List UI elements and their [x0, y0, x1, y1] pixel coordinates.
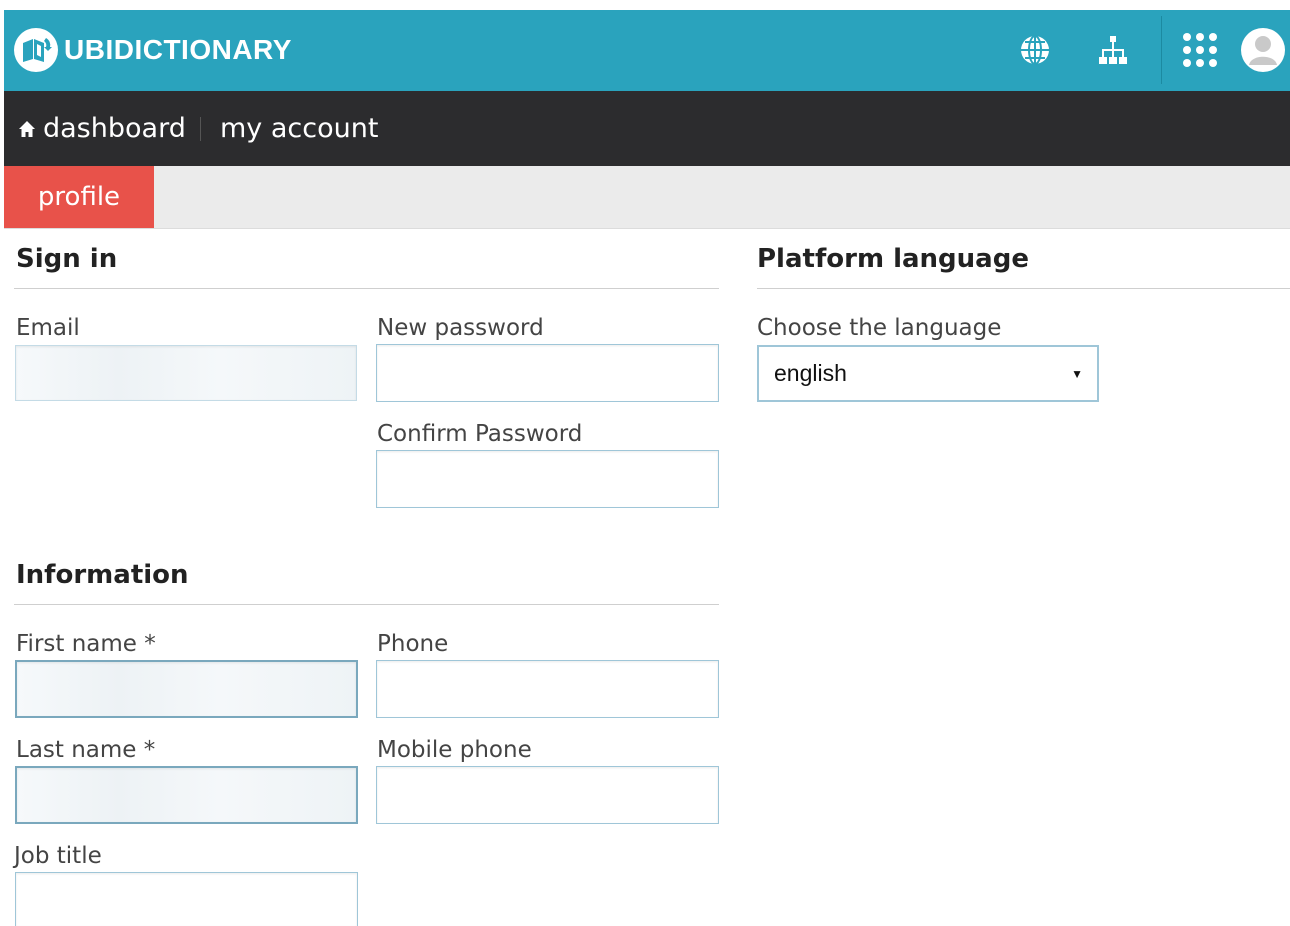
sitemap-icon[interactable]	[1095, 32, 1131, 68]
my-account-link[interactable]: my account	[220, 113, 378, 144]
first-name-field[interactable]	[15, 660, 358, 718]
user-avatar-icon[interactable]	[1239, 26, 1287, 74]
information-divider	[14, 604, 719, 605]
job-title-label: Job title	[14, 843, 102, 869]
nav-divider	[200, 117, 201, 141]
phone-label: Phone	[377, 631, 449, 657]
language-select[interactable]: english ▼	[757, 345, 1099, 402]
first-name-label: First name *	[16, 631, 156, 657]
top-header: UBIDICTIONARY	[4, 10, 1290, 91]
confirm-password-field[interactable]	[376, 450, 719, 508]
header-divider	[1161, 16, 1162, 84]
home-icon	[19, 120, 35, 137]
breadcrumb-nav: dashboard my account	[4, 91, 1290, 166]
dictionary-logo-icon	[14, 28, 58, 72]
tab-bar: profile	[4, 166, 1290, 229]
new-password-field[interactable]	[376, 344, 719, 402]
globe-icon[interactable]	[1017, 32, 1053, 68]
confirm-password-label: Confirm Password	[377, 421, 583, 447]
email-label: Email	[16, 315, 80, 341]
choose-language-label: Choose the language	[757, 315, 1002, 341]
sign-in-heading: Sign in	[16, 244, 118, 274]
phone-field[interactable]	[376, 660, 719, 718]
new-password-label: New password	[377, 315, 544, 341]
dropdown-caret-icon: ▼	[1071, 367, 1083, 381]
last-name-field[interactable]	[15, 766, 358, 824]
platform-language-divider	[757, 288, 1290, 289]
sign-in-divider	[14, 288, 719, 289]
mobile-phone-field[interactable]	[376, 766, 719, 824]
email-field[interactable]	[15, 345, 357, 401]
brand-logo[interactable]: UBIDICTIONARY	[14, 24, 292, 76]
brand-name: UBIDICTIONARY	[64, 34, 292, 65]
last-name-label: Last name *	[16, 737, 156, 763]
apps-grid-icon[interactable]	[1180, 30, 1220, 70]
dashboard-label: dashboard	[43, 113, 186, 144]
mobile-phone-label: Mobile phone	[377, 737, 532, 763]
language-selected-value: english	[774, 360, 847, 386]
platform-language-heading: Platform language	[757, 244, 1029, 274]
job-title-field[interactable]	[15, 872, 358, 926]
information-heading: Information	[16, 560, 189, 590]
dashboard-link[interactable]: dashboard	[18, 113, 186, 144]
tab-profile[interactable]: profile	[4, 166, 154, 228]
